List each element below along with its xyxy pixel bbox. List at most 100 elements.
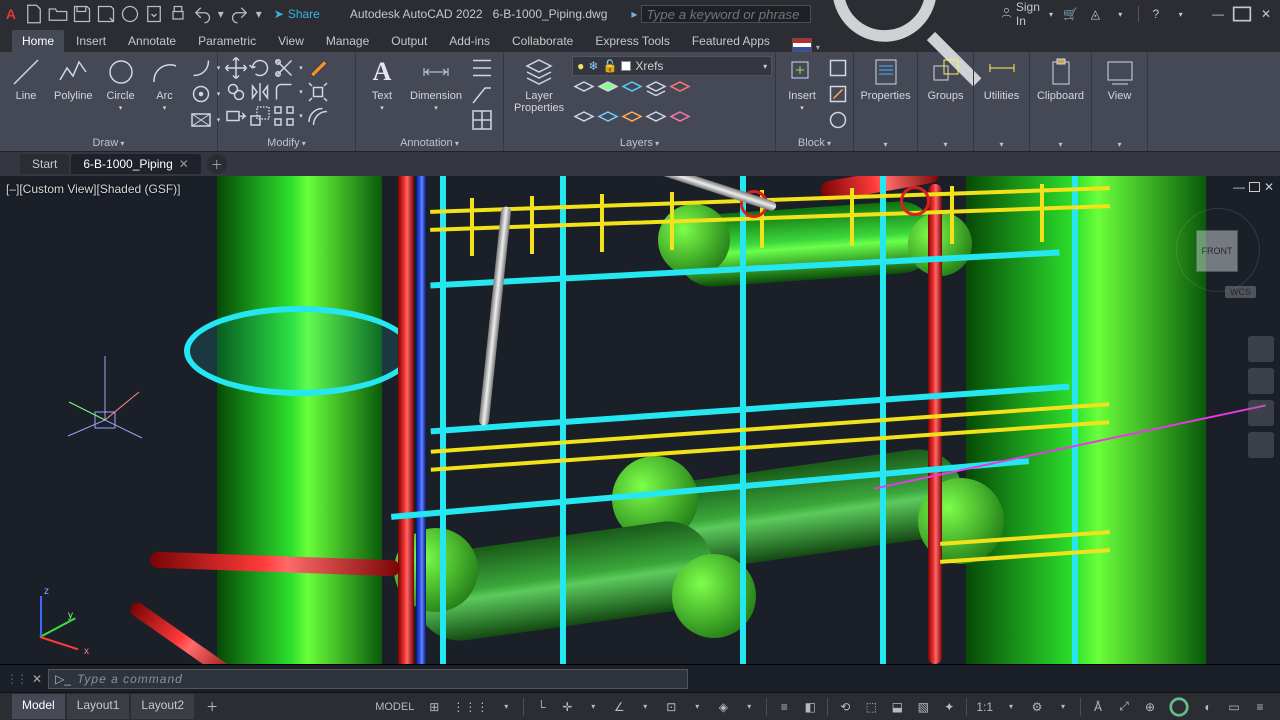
panel-title[interactable]: ▾ (1036, 138, 1085, 151)
minimize-icon[interactable]: ― (1208, 5, 1228, 23)
undo-icon[interactable] (192, 4, 212, 24)
clipboard-button[interactable]: Clipboard (1036, 56, 1085, 138)
edit-block-icon[interactable] (826, 82, 850, 106)
chevron-down-icon[interactable]: ▾ (685, 696, 709, 718)
add-layout-button[interactable]: ＋ (196, 694, 228, 719)
vp-minimize-icon[interactable]: ― (1233, 180, 1245, 194)
close-icon[interactable]: ✕ (1256, 5, 1276, 23)
mirror-icon[interactable] (248, 80, 272, 104)
viewport[interactable]: [–][Custom View][Shaded (GSF)] ― ✕ FRONT… (0, 176, 1280, 664)
viewport-label[interactable]: [–][Custom View][Shaded (GSF)] (6, 182, 181, 196)
chevron-down-icon[interactable]: ▾ (633, 696, 657, 718)
circle-button[interactable]: Circle▾ (101, 56, 141, 112)
polar-icon[interactable]: ✛ (555, 696, 579, 718)
tab-layout2[interactable]: Layout2 (131, 694, 194, 719)
chevron-down-icon[interactable]: ▾ (737, 696, 761, 718)
chevron-down-icon[interactable]: ▾ (816, 43, 820, 52)
ellipse-icon[interactable] (189, 56, 213, 80)
layer-btn3-icon[interactable] (620, 79, 644, 103)
vp-maximize-icon[interactable] (1249, 180, 1260, 194)
panel-title[interactable]: Annotation (400, 137, 459, 149)
properties-button[interactable]: Properties (860, 56, 911, 138)
layer-btn8-icon[interactable] (620, 106, 644, 130)
tab-addins[interactable]: Add-ins (439, 30, 500, 52)
model-button[interactable]: MODEL (369, 696, 420, 718)
text-button[interactable]: AText▾ (362, 56, 402, 112)
layer-btn2-icon[interactable] (596, 79, 620, 103)
tab-layout1[interactable]: Layout1 (67, 694, 130, 719)
trim-icon[interactable] (272, 56, 296, 80)
copy-icon[interactable] (224, 80, 248, 104)
save-web-icon[interactable] (144, 4, 164, 24)
panel-title[interactable]: ▾ (1098, 138, 1141, 151)
tab-start[interactable]: Start (20, 154, 69, 174)
groups-button[interactable]: Groups (924, 56, 967, 138)
filter-icon[interactable]: ▧ (911, 696, 935, 718)
tab-expresstools[interactable]: Express Tools (585, 30, 679, 52)
scale-icon[interactable] (248, 104, 272, 128)
layer-btn10-icon[interactable] (668, 106, 692, 130)
table-icon[interactable] (470, 82, 494, 106)
chevron-down-icon[interactable]: ▾ (1173, 5, 1188, 23)
3dosnap-icon[interactable]: ◈ (711, 696, 735, 718)
close-cmd-icon[interactable]: ✕ (32, 672, 42, 686)
chevron-down-icon[interactable]: ▾ (216, 4, 226, 24)
rectangle-icon[interactable] (189, 108, 213, 132)
flag-icon[interactable] (792, 38, 812, 52)
annotation-scale-icon[interactable]: Å (1086, 696, 1110, 718)
redo-icon[interactable] (230, 4, 250, 24)
share-button[interactable]: ➤ Share (274, 7, 320, 21)
grip-icon[interactable]: ⋮⋮ (6, 672, 26, 686)
pan-icon[interactable] (1248, 368, 1274, 394)
utilities-button[interactable]: Utilities (980, 56, 1023, 138)
panel-title[interactable]: Layers (620, 137, 659, 149)
viewcube[interactable]: FRONT WCS (1186, 216, 1250, 280)
snap-icon[interactable]: ⋮⋮⋮ (448, 696, 492, 718)
cycling-icon[interactable]: ⟲ (833, 696, 857, 718)
tab-drawing[interactable]: 6-B-1000_Piping✕ (71, 154, 200, 174)
grid-icon[interactable] (470, 108, 494, 132)
chevron-down-icon[interactable]: ▾ (296, 56, 306, 80)
workspace-icon[interactable]: ⤢ (1112, 696, 1136, 718)
transparency-icon[interactable]: ◧ (798, 696, 822, 718)
layer-btn9-icon[interactable] (644, 106, 668, 130)
open-web-icon[interactable] (120, 4, 140, 24)
chevron-down-icon[interactable]: ▾ (581, 696, 605, 718)
explode-icon[interactable] (306, 80, 330, 104)
gear-icon[interactable]: ⚙ (1025, 696, 1049, 718)
scale-button[interactable]: 1:1 (972, 696, 997, 718)
command-input[interactable]: ▷_ Type a command (48, 669, 688, 689)
lineweight-icon[interactable]: ≡ (772, 696, 796, 718)
leader-icon[interactable] (470, 56, 494, 80)
layer-dropdown[interactable]: ● ❄ 🔓 Xrefs ▾ (572, 56, 772, 76)
layer-btn5-icon[interactable] (668, 79, 692, 103)
layer-btn1-icon[interactable] (572, 79, 596, 103)
nav-bar[interactable] (1248, 336, 1274, 458)
rotate-icon[interactable] (248, 56, 272, 80)
chevron-down-icon[interactable]: ▾ (1051, 696, 1075, 718)
panel-title[interactable]: Modify (267, 137, 306, 149)
open-icon[interactable] (48, 4, 68, 24)
tab-home[interactable]: Home (12, 30, 64, 52)
print-icon[interactable] (168, 4, 188, 24)
chevron-down-icon[interactable]: ▾ (296, 80, 306, 104)
polyline-button[interactable]: Polyline (50, 56, 97, 102)
panel-title[interactable]: ▾ (924, 138, 967, 151)
tab-insert[interactable]: Insert (66, 30, 116, 52)
chevron-down-icon[interactable]: ▾ (296, 104, 306, 128)
autodesk-app-icon[interactable]: ◬ (1088, 5, 1103, 23)
grid-snap-icon[interactable]: ⊞ (422, 696, 446, 718)
save-icon[interactable] (72, 4, 92, 24)
ortho-icon[interactable]: └ (529, 696, 553, 718)
hardware-accel-icon[interactable] (1164, 696, 1194, 718)
orbit-icon[interactable] (1248, 432, 1274, 458)
units-icon[interactable]: ⊕ (1138, 696, 1162, 718)
saveas-icon[interactable] (96, 4, 116, 24)
search-input[interactable] (641, 5, 811, 23)
layer-properties-button[interactable]: Layer Properties (510, 56, 568, 114)
offset-icon[interactable] (306, 104, 330, 128)
layer-btn7-icon[interactable] (596, 106, 620, 130)
erase-icon[interactable] (306, 56, 330, 80)
tab-collaborate[interactable]: Collaborate (502, 30, 583, 52)
create-block-icon[interactable] (826, 56, 850, 80)
